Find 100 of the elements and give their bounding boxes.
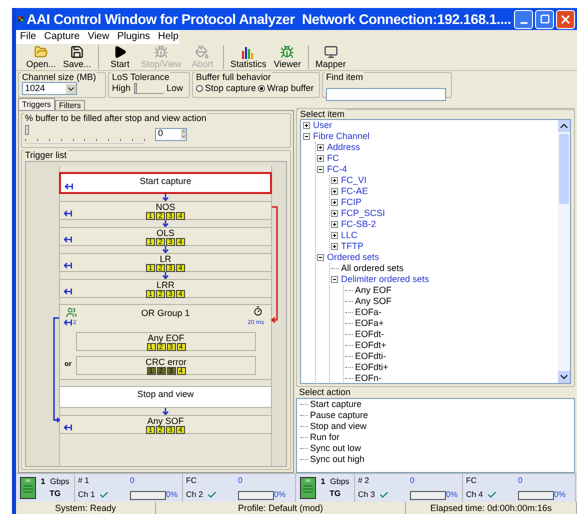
menu-item[interactable]: File [20, 31, 36, 43]
tree-item[interactable]: EOFdti- [355, 351, 386, 362]
close-button[interactable] [556, 10, 575, 28]
tab[interactable]: Triggers [18, 98, 56, 110]
tree-item[interactable]: EOFa- [355, 307, 382, 318]
percent-label: 0% [554, 490, 566, 500]
action-list-item[interactable]: Sync out high [310, 454, 365, 465]
find-item-field[interactable] [326, 88, 446, 100]
action-list-item[interactable]: Stop and view [310, 421, 367, 432]
radio-option[interactable]: Stop capture [196, 82, 256, 94]
radio-option[interactable]: Wrap buffer [258, 82, 314, 94]
toolbar-button[interactable]: Open... [26, 45, 56, 69]
collapse-icon[interactable] [331, 276, 338, 283]
left-arrow-icon [63, 424, 72, 431]
action-list-item[interactable]: Start capture [310, 399, 362, 410]
action-item[interactable]: Stop and view [59, 386, 272, 408]
collapse-icon[interactable] [303, 133, 310, 140]
buffer-slider[interactable] [25, 124, 145, 144]
channel-tag: # 2 [358, 476, 410, 486]
minimize-button[interactable] [514, 10, 533, 28]
tree-item[interactable]: FC [327, 153, 339, 164]
spin-down-icon [181, 134, 186, 139]
tab[interactable]: Filters [55, 100, 85, 110]
menu-item[interactable]: Capture [44, 31, 80, 43]
down-arrow-icon [162, 194, 169, 201]
action-list-item[interactable]: Pause capture [310, 410, 368, 421]
scroll-up-button[interactable] [558, 120, 570, 132]
frame-count: 0 [130, 476, 136, 486]
toolbar-button[interactable]: Viewer [272, 45, 302, 69]
expand-icon[interactable] [331, 221, 338, 228]
mode-label: TG [329, 488, 341, 500]
spin-up-icon [181, 129, 186, 134]
scrollbar[interactable] [558, 120, 570, 383]
buffer-spin-field[interactable]: 0 [155, 128, 187, 140]
tree-item[interactable]: Ordered sets [327, 252, 380, 263]
tree-item[interactable]: EOFdt- [355, 329, 384, 340]
slider-thumb[interactable] [134, 82, 137, 94]
tree-item[interactable]: LLC [341, 230, 358, 241]
tree-item[interactable]: EOFdti+ [355, 362, 388, 373]
tree-item[interactable]: Any SOF [355, 296, 392, 307]
collapse-icon[interactable] [317, 254, 324, 261]
frame-count: 0 [518, 476, 524, 486]
mode-label: TG [49, 488, 61, 500]
menu-item[interactable]: Plugins [117, 31, 150, 43]
item-label: Stop and view [136, 388, 195, 400]
tree-item[interactable]: User [313, 120, 332, 131]
toolbar-button[interactable]: Save... [62, 45, 92, 69]
down-arrow-icon [162, 246, 169, 253]
tree-item[interactable]: FC_VI [341, 175, 367, 186]
expand-icon[interactable] [331, 199, 338, 206]
left-arrow-icon [63, 210, 72, 217]
toolbar-button[interactable]: Mapper [315, 45, 346, 69]
toolbar-button[interactable]: Statistics [230, 45, 266, 69]
action-list-item[interactable]: Sync out low [310, 443, 362, 454]
window-title: AAI Control Window for Protocol Analyzer Network Connection:192.168.1.... [26, 10, 511, 29]
tree-item[interactable]: FC-SB-2 [341, 219, 376, 230]
tree-item[interactable]: Address [327, 142, 360, 153]
action-list-item[interactable]: Run for [310, 432, 340, 443]
channel-size-dropdown[interactable]: 1024 [22, 82, 77, 95]
tree-item[interactable]: FCP_SCSI [341, 208, 386, 219]
check-icon [378, 490, 389, 500]
floppy-icon [70, 45, 84, 59]
tree-item[interactable]: Fibre Channel [313, 131, 370, 142]
bucket-icon [195, 45, 210, 59]
left-arrow-icon [63, 319, 72, 326]
scroll-thumb[interactable] [559, 134, 569, 204]
expand-icon[interactable] [317, 144, 324, 151]
tree-item[interactable]: EOFn- [355, 373, 382, 383]
menu-item[interactable]: View [88, 31, 110, 43]
channel-name: Ch 2 [186, 490, 203, 500]
speed-value: 1 [320, 476, 326, 488]
tree-item[interactable]: Delimiter ordered sets [341, 274, 430, 285]
expand-icon[interactable] [331, 210, 338, 217]
group-label: % buffer to be filled after stop and view action [24, 113, 208, 123]
tree-item[interactable]: EOFa+ [355, 318, 384, 329]
expand-icon[interactable] [331, 232, 338, 239]
channel-tag: FC [466, 476, 518, 486]
tree-item[interactable]: TFTP [341, 241, 364, 252]
group-label: Select item [299, 109, 346, 119]
expand-icon[interactable] [303, 122, 310, 129]
expand-icon[interactable] [317, 155, 324, 162]
toolbar-button[interactable]: Start [105, 45, 135, 69]
action-item[interactable]: Start capture [59, 172, 272, 194]
tree-item[interactable]: Any EOF [355, 285, 392, 296]
scroll-down-button[interactable] [558, 371, 570, 383]
expand-icon[interactable] [331, 188, 338, 195]
monitor-icon [324, 45, 338, 59]
maximize-button[interactable] [535, 10, 554, 28]
tree-item[interactable]: All ordered sets [341, 263, 404, 274]
expand-icon[interactable] [331, 243, 338, 250]
slider-thumb[interactable] [25, 125, 29, 135]
tree-item[interactable]: FC-AE [341, 186, 368, 197]
tolerance-slider[interactable] [134, 82, 164, 94]
tree-item[interactable]: FC-4 [327, 164, 347, 175]
tree-item[interactable]: FCIP [341, 197, 362, 208]
collapse-icon[interactable] [317, 166, 324, 173]
item-label: Any SOF [146, 416, 185, 426]
menu-item[interactable]: Help [158, 31, 179, 43]
tree-item[interactable]: EOFdt+ [355, 340, 386, 351]
expand-icon[interactable] [331, 177, 338, 184]
